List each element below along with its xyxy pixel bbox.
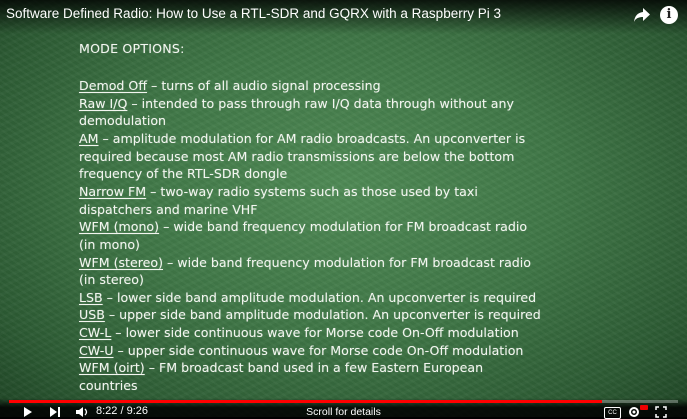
settings-icon[interactable] (628, 406, 640, 418)
mode-option-line: CW-U – upper side continuous wave for Mo… (79, 343, 523, 358)
mode-option-term: WFM (oirt) (79, 360, 145, 376)
mode-option-description: – upper side band amplitude modulation. … (104, 307, 541, 323)
mode-option-line: WFM (stereo) – wide band frequency modul… (79, 255, 531, 270)
mode-option-line: Raw I/Q – intended to pass through raw I… (79, 96, 514, 111)
captions-icon[interactable]: CC (604, 407, 621, 419)
mode-option-description: required because most AM radio transmiss… (79, 148, 515, 164)
mode-option-description: – turns of all audio signal processing (147, 78, 381, 93)
mode-option-description: (in stereo) (79, 272, 144, 288)
mode-option-description: frequency of the RTL-SDR dongle (79, 166, 288, 182)
mode-option-line: WFM (oirt) – FM broadcast band used in a… (79, 360, 483, 375)
scroll-for-details[interactable]: Scroll for details (0, 406, 687, 418)
mode-option-description: countries (79, 378, 138, 394)
mode-option-description: – two-way radio systems such as those us… (146, 183, 478, 199)
video-title[interactable]: Software Defined Radio: How to Use a RTL… (6, 6, 501, 21)
mode-option-line: frequency of the RTL-SDR dongle (79, 166, 287, 181)
mode-option-term: WFM (mono) (79, 219, 160, 235)
info-icon[interactable]: i (660, 6, 678, 24)
mode-option-line: USB – upper side band amplitude modulati… (79, 307, 541, 322)
mode-option-description: (in mono) (79, 236, 140, 252)
mode-option-line: Narrow FM – two-way radio systems such a… (79, 184, 478, 199)
mode-option-line: Demod Off – turns of all audio signal pr… (79, 78, 381, 93)
share-icon[interactable] (633, 7, 651, 23)
mode-option-line: AM – amplitude modulation for AM radio b… (79, 131, 525, 146)
progress-bar[interactable] (9, 400, 678, 403)
mode-option-term: Demod Off (79, 78, 148, 93)
mode-options-heading: MODE OPTIONS: (79, 41, 185, 56)
mode-option-term: Narrow FM (79, 183, 147, 199)
mode-option-line: (in stereo) (79, 272, 144, 287)
mode-option-term: LSB (79, 289, 103, 305)
mode-option-term: USB (79, 307, 105, 323)
mode-option-description: – FM broadcast band used in a few Easter… (144, 360, 484, 376)
mode-option-line: CW-L – lower side continuous wave for Mo… (79, 325, 519, 340)
mode-option-description: – amplitude modulation for AM radio broa… (98, 130, 526, 146)
mode-option-line: WFM (mono) – wide band frequency modulat… (79, 219, 527, 234)
mode-option-description: – lower side band amplitude modulation. … (102, 289, 537, 305)
video-frame[interactable]: MODE OPTIONS: Demod Off – turns of all a… (0, 0, 687, 419)
mode-option-term: AM (79, 130, 99, 146)
mode-option-description: demodulation (79, 113, 167, 129)
mode-option-description: – wide band frequency modulation for FM … (159, 219, 528, 235)
mode-option-line: required because most AM radio transmiss… (79, 149, 514, 164)
mode-option-line: demodulation (79, 113, 166, 128)
fullscreen-icon[interactable] (655, 406, 667, 418)
mode-option-term: WFM (stereo) (79, 254, 163, 270)
mode-option-line: dispatchers and marine VHF (79, 202, 258, 217)
progress-bar-fill (9, 400, 603, 403)
mode-option-description: – lower side continuous wave for Morse c… (111, 325, 519, 341)
mode-option-description: – wide band frequency modulation for FM … (163, 254, 531, 270)
mode-option-line: countries (79, 378, 138, 393)
mode-option-description: dispatchers and marine VHF (79, 201, 258, 217)
video-title-bar: Software Defined Radio: How to Use a RTL… (0, 0, 687, 34)
mode-option-line: LSB – lower side band amplitude modulati… (79, 290, 536, 305)
mode-option-term: CW-U (79, 342, 114, 358)
mode-option-description: – intended to pass through raw I/Q data … (127, 95, 514, 111)
mode-option-description: – upper side continuous wave for Morse c… (113, 342, 524, 358)
mode-option-term: Raw I/Q (79, 95, 128, 111)
mode-option-term: CW-L (79, 325, 112, 341)
mode-option-line: (in mono) (79, 237, 140, 252)
hd-badge (640, 405, 648, 410)
